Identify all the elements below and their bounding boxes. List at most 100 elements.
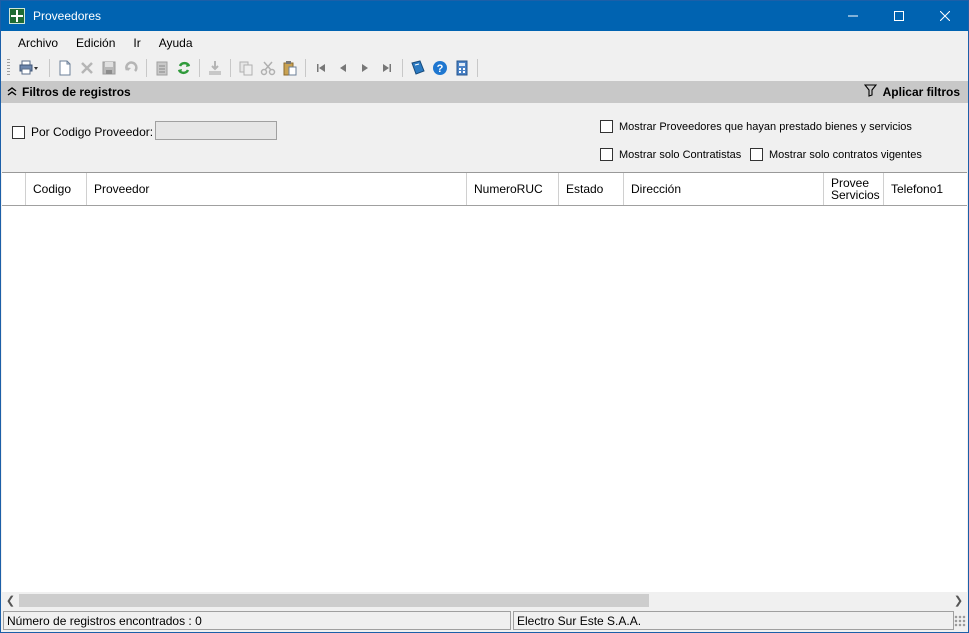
- records-count-status: Número de registros encontrados : 0: [3, 611, 511, 630]
- column-header-codigo[interactable]: Codigo: [26, 173, 87, 205]
- scroll-thumb[interactable]: [19, 594, 649, 607]
- print-button[interactable]: [13, 57, 45, 79]
- goods-services-option[interactable]: Mostrar Proveedores que hayan prestado b…: [600, 120, 912, 133]
- minimize-button[interactable]: [830, 1, 876, 31]
- first-record-icon: [317, 64, 325, 72]
- column-header-provee-servicios[interactable]: Provee Servicios: [824, 173, 884, 205]
- clipboard-icon: [156, 61, 168, 76]
- resize-grip-icon[interactable]: [954, 614, 966, 627]
- column-header-telefono1[interactable]: Telefono1: [884, 173, 967, 205]
- menu-edicion[interactable]: Edición: [67, 36, 124, 50]
- active-contracts-option[interactable]: Mostrar solo contratos vigentes: [750, 148, 922, 161]
- paste-icon: [283, 61, 297, 76]
- new-document-icon: [59, 60, 71, 76]
- save-icon: [102, 61, 116, 75]
- toolbar-separator: [402, 59, 403, 77]
- grid-body[interactable]: [2, 207, 967, 592]
- import-button[interactable]: [204, 57, 226, 79]
- toolbar-separator: [230, 59, 231, 77]
- new-button[interactable]: [54, 57, 76, 79]
- contractors-checkbox[interactable]: [600, 148, 613, 161]
- main-window: Proveedores Archivo Edición Ir Ayuda ? F…: [0, 0, 969, 633]
- horizontal-scrollbar[interactable]: ❮ ❯: [2, 592, 967, 609]
- menu-bar: Archivo Edición Ir Ayuda: [1, 31, 968, 55]
- app-icon: [9, 8, 25, 24]
- toolbar-separator: [146, 59, 147, 77]
- column-header-estado[interactable]: Estado: [559, 173, 624, 205]
- book-icon: [411, 60, 425, 75]
- column-header-proveedor[interactable]: Proveedor: [87, 173, 467, 205]
- company-status: Electro Sur Este S.A.A.: [513, 611, 954, 630]
- window-title: Proveedores: [33, 9, 102, 23]
- contractors-option[interactable]: Mostrar solo Contratistas: [600, 148, 741, 161]
- scroll-right-icon[interactable]: ❯: [950, 592, 967, 609]
- row-selector-header[interactable]: [2, 173, 26, 205]
- last-record-button[interactable]: [376, 57, 398, 79]
- goods-services-checkbox[interactable]: [600, 120, 613, 133]
- toolbar-separator: [49, 59, 50, 77]
- minimize-icon: [848, 15, 858, 17]
- next-record-icon: [362, 64, 368, 72]
- filter-header-title: Filtros de registros: [22, 85, 131, 99]
- cut-icon: [260, 61, 276, 76]
- next-record-button[interactable]: [354, 57, 376, 79]
- import-icon: [209, 61, 221, 75]
- previous-record-button[interactable]: [332, 57, 354, 79]
- toolbar-separator: [305, 59, 306, 77]
- delete-icon: [81, 62, 93, 74]
- previous-record-icon: [340, 64, 346, 72]
- first-record-button[interactable]: [310, 57, 332, 79]
- apply-filters-button[interactable]: Aplicar filtros: [883, 85, 960, 99]
- scroll-left-icon[interactable]: ❮: [2, 592, 19, 609]
- undo-button[interactable]: [120, 57, 142, 79]
- svg-text:?: ?: [437, 63, 444, 75]
- maximize-button[interactable]: [876, 1, 922, 31]
- copy-icon: [239, 61, 253, 76]
- menu-ayuda[interactable]: Ayuda: [150, 36, 202, 50]
- status-bar: Número de registros encontrados : 0 Elec…: [1, 609, 968, 632]
- column-header-direccion[interactable]: Dirección: [624, 173, 824, 205]
- cut-button[interactable]: [257, 57, 279, 79]
- save-button[interactable]: [98, 57, 120, 79]
- refresh-button[interactable]: [173, 57, 195, 79]
- by-code-option[interactable]: Por Codigo Proveedor:: [12, 125, 153, 139]
- active-contracts-checkbox[interactable]: [750, 148, 763, 161]
- close-button[interactable]: [922, 1, 968, 31]
- delete-button[interactable]: [76, 57, 98, 79]
- grid-header: Codigo Proveedor NumeroRUC Estado Direcc…: [2, 173, 967, 206]
- funnel-icon: [863, 84, 877, 100]
- book-button[interactable]: [407, 57, 429, 79]
- help-button[interactable]: ?: [429, 57, 451, 79]
- scroll-track[interactable]: [19, 592, 950, 609]
- toolbar-separator: [477, 59, 478, 77]
- title-bar: Proveedores: [1, 1, 968, 31]
- clipboard-button[interactable]: [151, 57, 173, 79]
- copy-button[interactable]: [235, 57, 257, 79]
- maximize-icon: [894, 11, 904, 21]
- toolbar-grip[interactable]: [7, 59, 10, 77]
- undo-icon: [125, 61, 138, 72]
- refresh-icon: [177, 61, 191, 75]
- toolbar-separator: [199, 59, 200, 77]
- help-icon: ?: [433, 61, 447, 75]
- print-icon: [19, 60, 38, 75]
- by-code-checkbox[interactable]: [12, 125, 25, 139]
- contractors-label: Mostrar solo Contratistas: [619, 148, 742, 161]
- active-contracts-label: Mostrar solo contratos vigentes: [769, 148, 922, 161]
- by-code-label: Por Codigo Proveedor:: [31, 125, 154, 139]
- last-record-icon: [383, 64, 391, 72]
- goods-services-label: Mostrar Proveedores que hayan prestado b…: [619, 120, 912, 133]
- close-icon: [940, 11, 950, 21]
- supplier-code-input[interactable]: [155, 121, 277, 140]
- menu-archivo[interactable]: Archivo: [9, 36, 67, 50]
- filter-panel: Por Codigo Proveedor: Mostrar Proveedore…: [1, 103, 968, 171]
- paste-button[interactable]: [279, 57, 301, 79]
- suppliers-grid[interactable]: Codigo Proveedor NumeroRUC Estado Direcc…: [2, 172, 967, 609]
- column-header-numeroruc[interactable]: NumeroRUC: [467, 173, 559, 205]
- collapse-chevron-icon[interactable]: [7, 86, 17, 99]
- filter-header[interactable]: Filtros de registros Aplicar filtros: [1, 81, 968, 103]
- calculator-icon: [456, 60, 468, 76]
- toolbar: ?: [1, 55, 968, 81]
- calculator-button[interactable]: [451, 57, 473, 79]
- menu-ir[interactable]: Ir: [124, 36, 149, 50]
